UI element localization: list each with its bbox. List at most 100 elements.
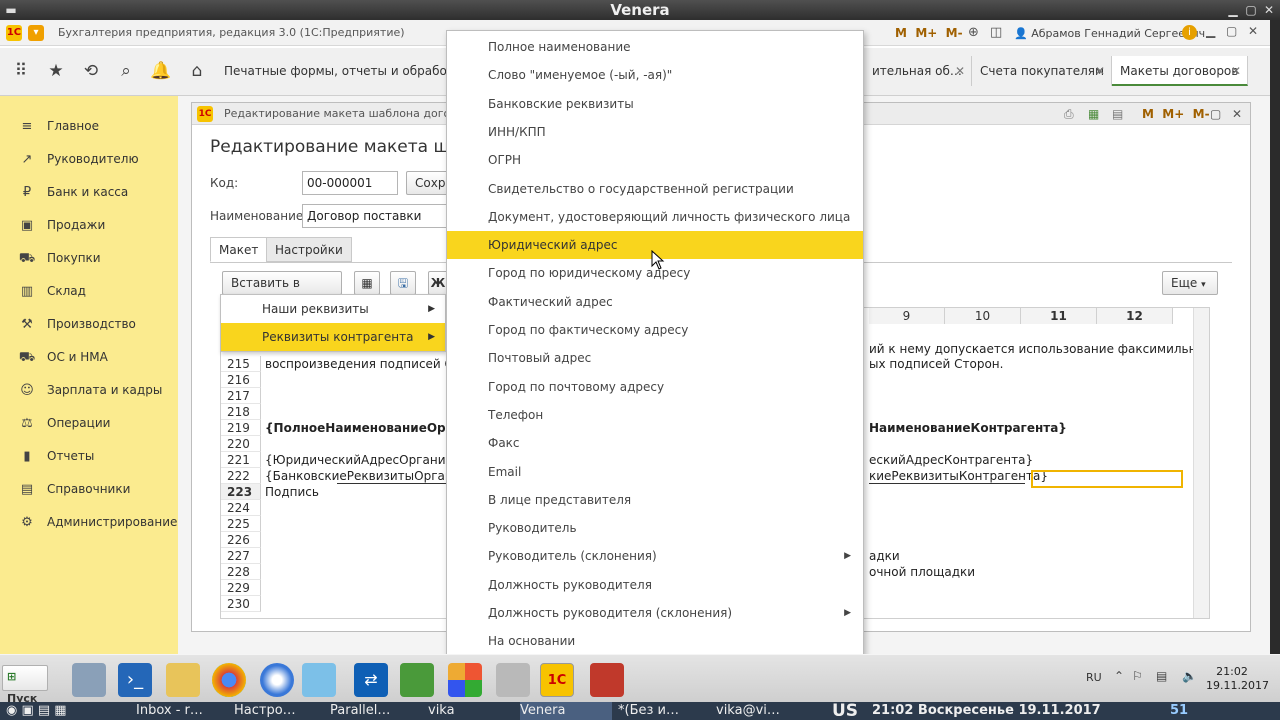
tab-contract-templates[interactable]: Макеты договоров ✕ [1112, 56, 1248, 86]
start-button[interactable]: ⊞ Пуск [2, 665, 48, 705]
column-header[interactable]: 10 [945, 308, 1021, 324]
column-header[interactable]: 9 [869, 308, 945, 324]
dropdown-item[interactable]: Город по фактическому адресу [447, 316, 863, 344]
diamond-app-icon[interactable] [448, 663, 482, 697]
cell-text-right[interactable]: ых подписей Сторон. [869, 356, 1003, 372]
cell-text-left[interactable]: Подпись [265, 484, 319, 500]
app-menu-icon[interactable]: ▾ [28, 25, 44, 41]
toolbox-icon[interactable] [590, 663, 624, 697]
powershell-icon[interactable]: ›_ [118, 663, 152, 697]
sidebar-item[interactable]: ₽ Банк и касса [0, 176, 178, 209]
row-header[interactable]: 230 [221, 596, 261, 612]
dropdown-item[interactable]: ОГРН [447, 146, 863, 174]
dropdown-item[interactable]: Должность руководителя [447, 571, 863, 599]
tab-print-forms[interactable]: Печатные формы, отчеты и обработки [216, 56, 448, 86]
network-tray-icon[interactable]: ▤ [1156, 669, 1167, 683]
row-header[interactable]: 221 [221, 452, 261, 468]
tab-close-icon[interactable]: ✕ [955, 56, 965, 86]
chart-app-icon[interactable] [400, 663, 434, 697]
memory-plus-button[interactable]: M+ [915, 26, 937, 40]
host-task-item[interactable]: Inbox - r… [136, 702, 226, 720]
tab-ocenka[interactable]: ительная об… ✕ [864, 56, 972, 86]
dropdown-item[interactable]: На основании [447, 627, 863, 655]
compass-icon[interactable] [260, 663, 294, 697]
zoom-icon[interactable]: ⊕ [968, 25, 979, 40]
row-header[interactable]: 225 [221, 516, 261, 532]
window-close-icon[interactable]: ✕ [1248, 24, 1258, 38]
host-task-item[interactable]: *(Без и… [618, 702, 710, 720]
bold-button[interactable]: Ж [428, 271, 448, 295]
dropdown-item[interactable]: ИНН/КПП [447, 118, 863, 146]
keyboard-layout[interactable]: US [832, 702, 858, 720]
sidebar-item[interactable]: ☺ Зарплата и кадры [0, 374, 178, 407]
tab-settings[interactable]: Настройки [266, 237, 352, 262]
workspace-indicator[interactable]: 51 [1170, 702, 1188, 720]
row-header[interactable]: 216 [221, 372, 261, 388]
dropdown-item[interactable]: Почтовый адрес [447, 344, 863, 372]
user-name[interactable]: 👤 Абрамов Геннадий Сергеевич [1014, 27, 1205, 40]
cell-text-right[interactable]: очной площадки [869, 564, 975, 580]
submenu-counterparty-details[interactable]: Реквизиты контрагента ▶ [221, 323, 445, 351]
cell-text-right[interactable]: НаименованиеКонтрагента} [869, 420, 1067, 436]
memory-m-button[interactable]: M [895, 26, 907, 40]
dropdown-item[interactable]: Email [447, 458, 863, 486]
more-button[interactable]: Еще ▾ [1162, 271, 1218, 295]
row-header[interactable]: 223 [221, 484, 261, 500]
window-maximize-icon[interactable]: ▢ [1226, 24, 1237, 38]
sidebar-item[interactable]: ↗ Руководителю [0, 143, 178, 176]
print-icon[interactable]: ⎙ [1064, 103, 1074, 125]
name-field[interactable]: Договор поставки [302, 204, 452, 228]
row-header[interactable]: 227 [221, 548, 261, 564]
tab-invoices[interactable]: Счета покупателям ✕ [972, 56, 1112, 86]
sidebar-item[interactable]: ⚙ Администрирование [0, 506, 178, 539]
tab-layout[interactable]: Макет [210, 237, 268, 262]
history-icon[interactable]: ⟲ [80, 60, 102, 82]
host-task-item[interactable]: vika@vi… [716, 702, 820, 720]
dropdown-item[interactable]: Фактический адрес [447, 288, 863, 316]
sidebar-item[interactable]: ⚖ Операции [0, 407, 178, 440]
sidebar-item[interactable]: ▤ Справочники [0, 473, 178, 506]
cell-text-left[interactable]: воспроизведения подписей Сто [265, 356, 467, 372]
row-header[interactable]: 218 [221, 404, 261, 420]
dropdown-item[interactable]: Руководитель (склонения) ▶ [447, 542, 863, 570]
host-clock[interactable]: 21:02 Воскресенье 19.11.2017 [872, 702, 1101, 720]
table-icon[interactable]: ▦ [1088, 103, 1099, 125]
tools-icon[interactable] [496, 663, 530, 697]
chrome-icon[interactable] [212, 663, 246, 697]
tray-arrow-icon[interactable]: ⌃ [1114, 669, 1124, 683]
column-header[interactable]: 11 [1021, 308, 1097, 324]
submenu-our-details[interactable]: Наши реквизиты ▶ [221, 295, 445, 323]
dropdown-item[interactable]: Полное наименование [447, 33, 863, 61]
sidebar-item[interactable]: ≡ Главное [0, 110, 178, 143]
language-indicator[interactable]: RU [1086, 671, 1102, 684]
row-header[interactable]: 229 [221, 580, 261, 596]
home-icon[interactable]: ⌂ [186, 60, 208, 82]
save-icon[interactable]: 🖫 [390, 271, 416, 295]
sidebar-item[interactable]: ⛟ ОС и НМА [0, 341, 178, 374]
doc-memory-buttons[interactable]: M M+ M- [1142, 103, 1210, 125]
favorites-icon[interactable]: ★ [45, 60, 67, 82]
cell-text-left[interactable]: {БанковскиеРеквизитыОрганиза [265, 468, 474, 484]
row-header[interactable]: 224 [221, 500, 261, 516]
dropdown-item[interactable]: В лице представителя [447, 486, 863, 514]
teamviewer-icon[interactable]: ⇄ [354, 663, 388, 697]
sidebar-item[interactable]: ⚒ Производство [0, 308, 178, 341]
doc-maximize-icon[interactable]: ▢ [1210, 103, 1221, 125]
dropdown-item[interactable]: Документ, удостоверяющий личность физиче… [447, 203, 863, 231]
volume-icon[interactable]: 🔈 [1182, 669, 1197, 683]
sidebar-item[interactable]: ▣ Продажи [0, 209, 178, 242]
panel-icon[interactable]: ◫ [990, 25, 1002, 40]
tray-clock[interactable]: 21:02 19.11.2017 [1206, 665, 1269, 693]
table-view-icon[interactable]: ▦ [354, 271, 380, 295]
folder-icon[interactable] [166, 663, 200, 697]
row-header[interactable]: 220 [221, 436, 261, 452]
info-icon[interactable]: i [1182, 25, 1197, 40]
dropdown-item[interactable]: Телефон [447, 401, 863, 429]
host-task-item[interactable]: Venera [520, 702, 612, 720]
tab-close-icon[interactable]: ✕ [1095, 56, 1105, 86]
flag-icon[interactable]: ⚐ [1132, 669, 1143, 683]
launcher-icons[interactable]: ◉ ▣ ▤ ▦ [6, 702, 67, 720]
doc-close-icon[interactable]: ✕ [1232, 103, 1242, 125]
row-header[interactable]: 219 [221, 420, 261, 436]
dropdown-item[interactable]: Факс [447, 429, 863, 457]
